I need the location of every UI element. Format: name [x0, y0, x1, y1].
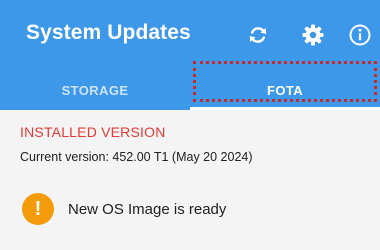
selected-tab-indicator — [190, 107, 380, 110]
info-icon — [349, 24, 371, 46]
update-notice-text: New OS Image is ready — [68, 200, 227, 218]
app-bar: System Updates — [0, 0, 380, 70]
tab-storage[interactable]: STORAGE — [0, 70, 190, 110]
info-button[interactable] — [345, 20, 375, 50]
settings-button[interactable] — [298, 20, 328, 50]
tab-fota[interactable]: FOTA — [190, 70, 380, 110]
current-version-text: Current version: 452.00 T1 (May 20 2024) — [20, 150, 253, 164]
gear-icon — [302, 24, 324, 46]
installed-version-heading: INSTALLED VERSION — [20, 124, 166, 140]
tab-bar: STORAGE FOTA — [0, 70, 380, 110]
app-title: System Updates — [26, 21, 191, 44]
warning-icon: ! — [22, 193, 54, 225]
sync-icon — [249, 27, 267, 43]
sync-button[interactable] — [243, 20, 273, 50]
update-notice[interactable]: ! New OS Image is ready — [22, 193, 226, 225]
